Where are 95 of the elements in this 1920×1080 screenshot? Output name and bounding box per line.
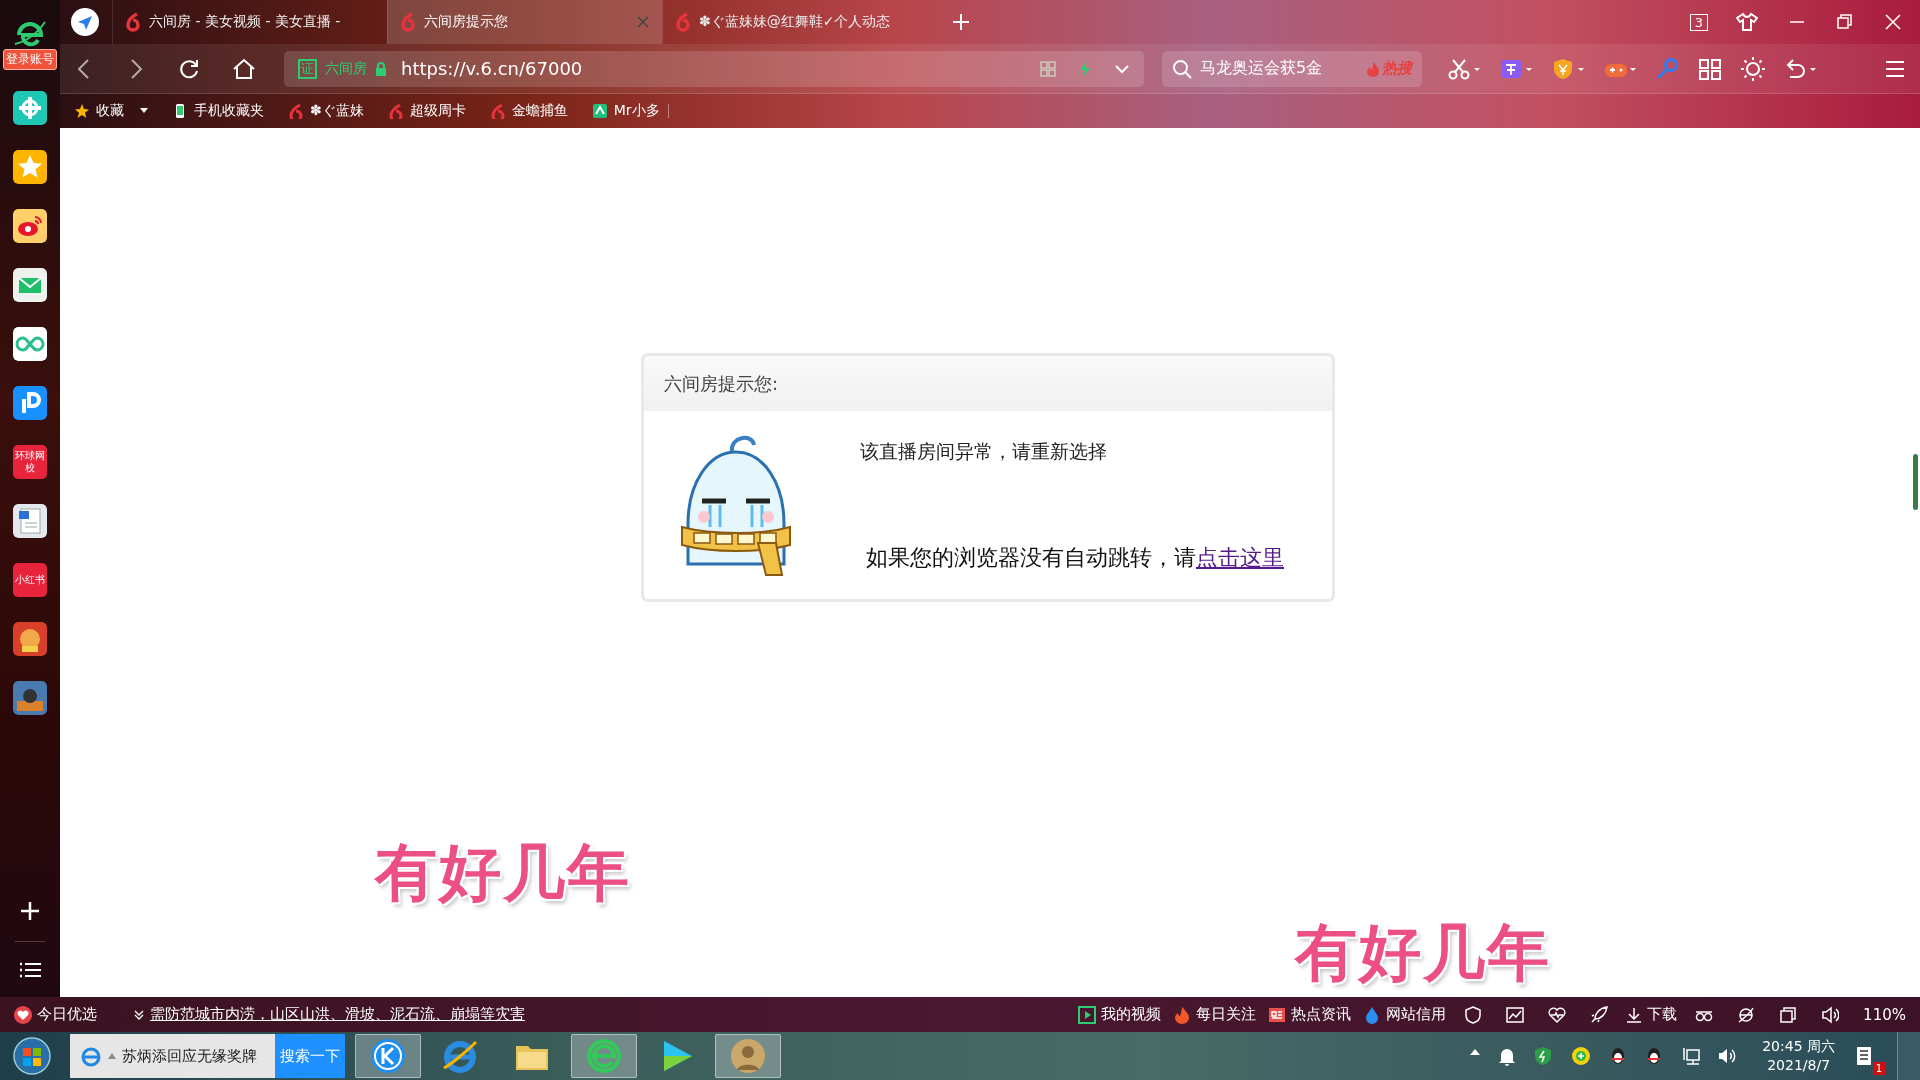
bookmark-item[interactable]: 手机收藏夹 <box>172 102 264 120</box>
login-badge[interactable]: 登录账号 <box>3 49 57 70</box>
today-picks-link[interactable]: 今日优选 <box>14 1005 97 1024</box>
taskbar-app-button[interactable] <box>355 1034 421 1078</box>
tab-title: 六间房 - 美女视频 - 美女直播 - <box>149 13 342 31</box>
status-link[interactable]: 热点资讯 <box>1268 1005 1352 1024</box>
download-icon <box>1626 1006 1643 1023</box>
flame-icon <box>1366 60 1380 77</box>
six-logo-icon <box>387 103 404 119</box>
browser-tab[interactable]: ✽ぐ蓝妹妹@红舞鞋✓个人动态 <box>662 0 937 44</box>
video-icon <box>1078 1005 1097 1024</box>
menu-icon[interactable] <box>1884 58 1906 79</box>
caret-up-icon <box>108 1053 116 1059</box>
bookmark-item[interactable]: 金蟾捕鱼 <box>489 102 568 120</box>
restore-icon[interactable] <box>1836 13 1854 31</box>
six-logo-icon <box>125 12 141 32</box>
tab-title: ✽ぐ蓝妹妹@红舞鞋✓个人动态 <box>699 13 892 31</box>
shield-coin-icon[interactable] <box>1552 57 1586 80</box>
add-icon[interactable] <box>19 900 41 922</box>
star-icon <box>74 103 90 119</box>
bell-icon[interactable] <box>1497 1046 1518 1066</box>
news-link[interactable]: 需防范城市内涝，山区山洪、滑坡、泥石流、崩塌等灾害 <box>133 1005 525 1024</box>
subtitle-caption: 有好几年 <box>1295 922 1551 984</box>
navigation-icon[interactable] <box>70 7 100 37</box>
new-tab-icon[interactable] <box>951 12 971 32</box>
error-message: 该直播房间异常，请重新选择 <box>860 439 1108 464</box>
translate-icon[interactable] <box>1500 57 1534 80</box>
clock-date[interactable]: 2021/8/7 <box>1767 1056 1831 1075</box>
p-logo-icon[interactable] <box>13 386 47 420</box>
bookmark-item[interactable]: 收藏 <box>74 102 148 120</box>
certificate-badge[interactable]: 证 <box>298 58 317 79</box>
six-logo-icon <box>675 12 691 32</box>
six-logo-icon <box>400 12 416 32</box>
app-logo-icon <box>591 103 608 119</box>
window-icon[interactable] <box>1779 1005 1798 1024</box>
mail-icon[interactable] <box>13 268 47 302</box>
news-icon <box>1268 1005 1287 1024</box>
weibo-icon[interactable] <box>13 209 47 243</box>
clock-time[interactable]: 20:45 周六 <box>1762 1037 1835 1056</box>
undo-icon[interactable] <box>1784 57 1818 80</box>
shield-icon[interactable] <box>1464 1005 1483 1024</box>
caret-down-icon[interactable] <box>140 108 148 114</box>
taskbar-app-button[interactable] <box>715 1034 781 1078</box>
notification-count-badge: 1 <box>1872 1062 1885 1075</box>
shirt-icon[interactable] <box>1736 12 1758 32</box>
status-link[interactable]: 网站信用 <box>1363 1005 1447 1024</box>
heartbeat-icon[interactable] <box>1548 1005 1567 1024</box>
address-bar[interactable]: 证 六间房 https://v.6.cn/67000 <box>284 50 1144 87</box>
scrollbar-thumb[interactable] <box>1913 454 1918 510</box>
redirect-text: 如果您的浏览器没有自动跳转，请点击这里 <box>866 544 1284 572</box>
kugou-icon <box>368 1036 408 1076</box>
grid-icon[interactable] <box>1698 57 1722 80</box>
game-scene-icon[interactable] <box>13 681 47 715</box>
brightness-icon[interactable] <box>1740 55 1766 82</box>
list-icon[interactable] <box>19 961 41 979</box>
double-chevron-icon <box>133 1008 145 1021</box>
bookmark-item[interactable]: ✽ぐ蓝妹 <box>288 102 364 120</box>
app-icon[interactable]: 小红书 <box>13 563 47 597</box>
url-text: https://v.6.cn/67000 <box>401 58 583 79</box>
game-character-icon[interactable] <box>13 622 47 656</box>
status-link[interactable]: 每日关注 <box>1173 1005 1257 1024</box>
browser-tab[interactable]: 六间房 - 美女视频 - 美女直播 - <box>112 0 387 44</box>
speaker-icon[interactable] <box>1821 1005 1840 1024</box>
shield-icon[interactable] <box>1533 1046 1554 1066</box>
lock-icon <box>375 61 387 76</box>
search-icon <box>1172 58 1192 79</box>
tab-count[interactable]: 3 <box>1689 13 1708 31</box>
scissors-icon[interactable] <box>1448 57 1482 80</box>
speaker-icon[interactable] <box>1717 1046 1738 1066</box>
rocket-icon[interactable] <box>1590 1005 1609 1024</box>
tab-title: 六间房提示您 <box>424 13 509 31</box>
chart-icon[interactable] <box>1506 1005 1525 1024</box>
download-button[interactable]: 下载 <box>1626 1005 1678 1024</box>
zoom-level[interactable]: 110% <box>1863 1005 1906 1024</box>
site-name: 六间房 <box>325 59 367 78</box>
status-link[interactable]: 我的视频 <box>1078 1005 1162 1024</box>
six-logo-icon <box>288 103 304 119</box>
bookmark-item[interactable]: 超级周卡 <box>387 102 466 120</box>
browser-tab[interactable]: 六间房提示您 <box>387 0 662 44</box>
avatar-icon <box>728 1036 768 1076</box>
bookmark-item[interactable]: Mr小多 <box>591 102 660 120</box>
document-icon[interactable] <box>13 504 47 538</box>
click-here-link[interactable]: 点击这里 <box>1196 545 1284 570</box>
taskbar-search-field[interactable]: 苏炳添回应无缘奖牌 <box>70 1034 275 1078</box>
app-icon[interactable]: 环球网校 <box>13 445 47 479</box>
dialog-header: 六间房提示您: <box>644 356 1332 411</box>
flame-icon <box>1173 1005 1192 1024</box>
start-orb-icon[interactable] <box>12 1036 52 1076</box>
network-icon[interactable] <box>1681 1046 1702 1066</box>
browser-icon <box>584 1036 624 1076</box>
reload-icon[interactable] <box>178 57 200 80</box>
chevron-down-icon[interactable] <box>1114 62 1130 75</box>
home-icon[interactable] <box>232 57 256 80</box>
subtitle-caption: 有好几年 <box>375 842 631 904</box>
six-logo-icon <box>489 103 506 119</box>
